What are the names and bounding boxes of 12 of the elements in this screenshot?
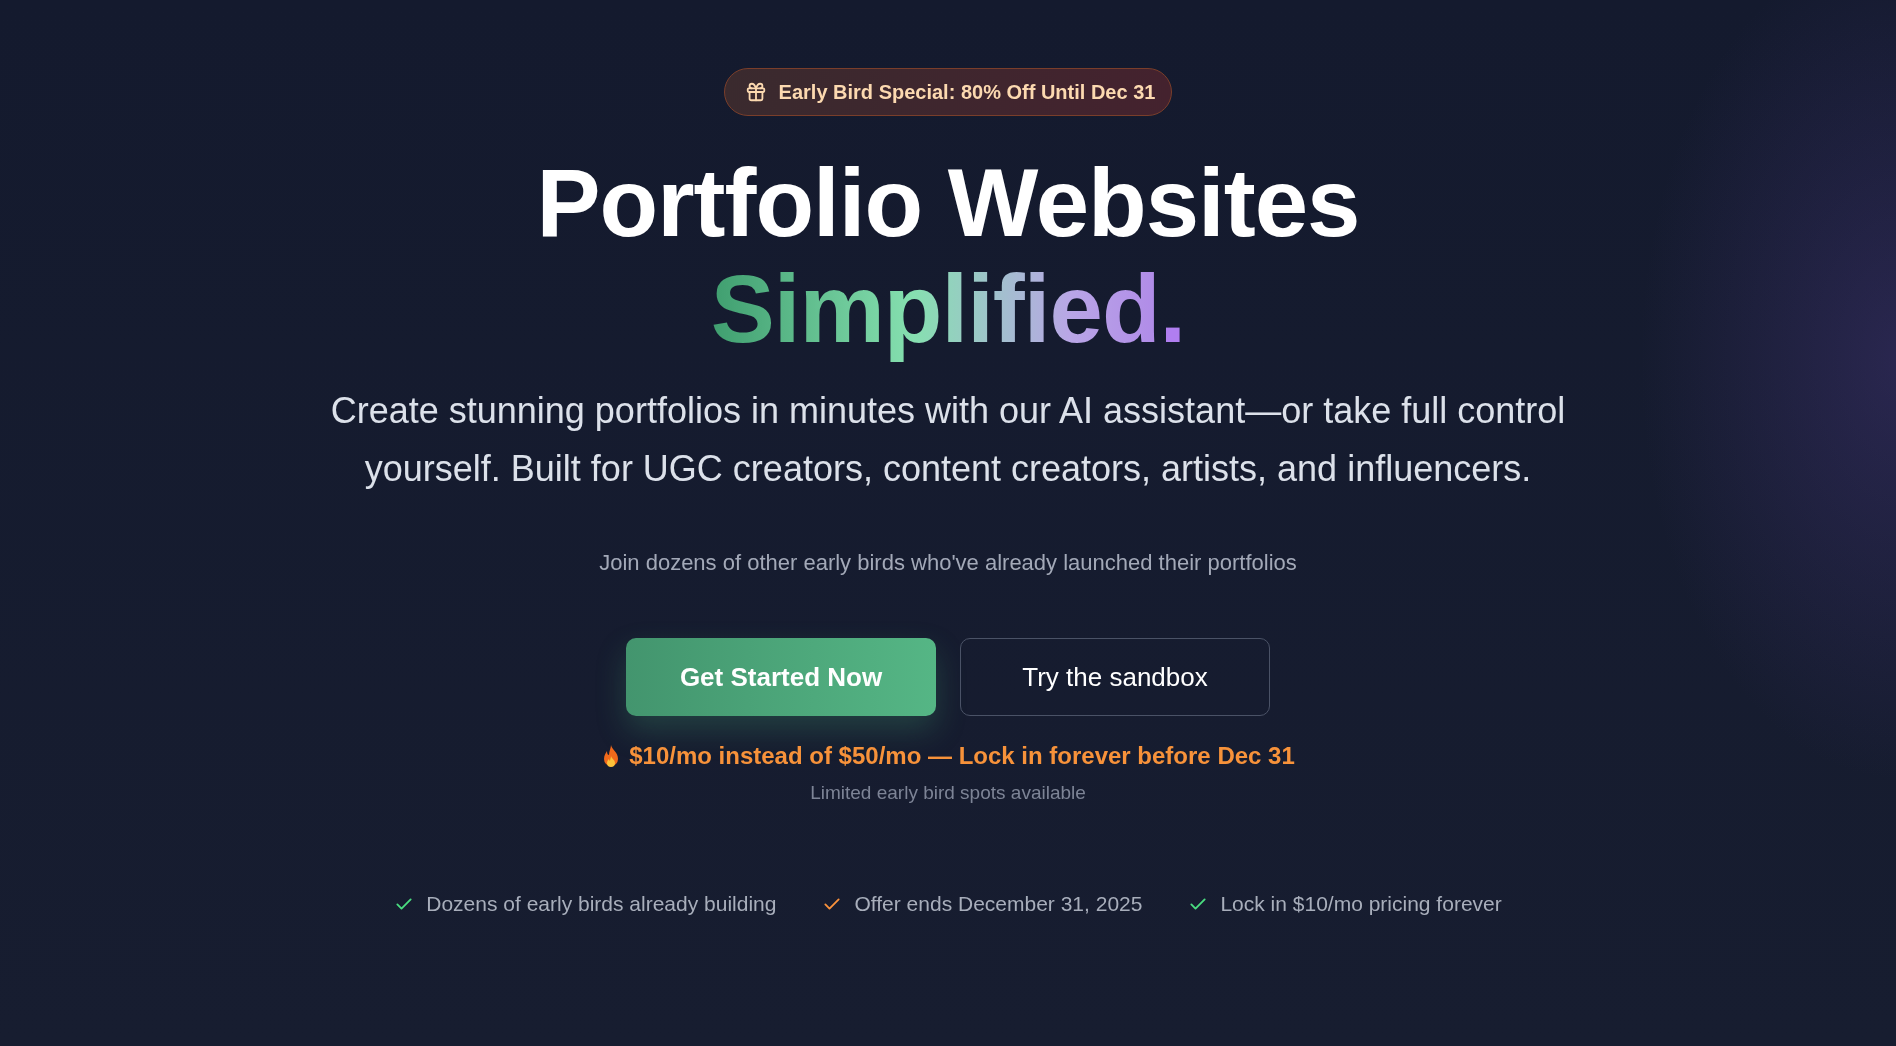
social-proof-text: Join dozens of other early birds who've already launched their portfolios <box>599 550 1297 576</box>
gift-icon <box>744 81 767 103</box>
feature-text: Offer ends December 31, 2025 <box>854 892 1143 916</box>
feature-text: Lock in $10/mo pricing forever <box>1220 892 1502 916</box>
hero-heading: Portfolio Websites <box>536 150 1360 256</box>
hero-subtitle: Create stunning portfolios in minutes with our AI assistant—or take full control yourself. Built for UGC creators, content creators, artists, and influencers. <box>329 389 1567 491</box>
sandbox-button[interactable]: Try the sandbox <box>960 638 1270 716</box>
heading-dot: . <box>1159 256 1186 362</box>
badge-text: Early Bird Special: 80% Off Until Dec 31 <box>778 80 1156 104</box>
feature-text: Dozens of early birds already building <box>426 892 777 916</box>
offer-note: Limited early bird spots available <box>810 782 1086 804</box>
offer-text: $10/mo instead of $50/mo — Lock in forever before Dec 31 <box>629 742 1295 770</box>
